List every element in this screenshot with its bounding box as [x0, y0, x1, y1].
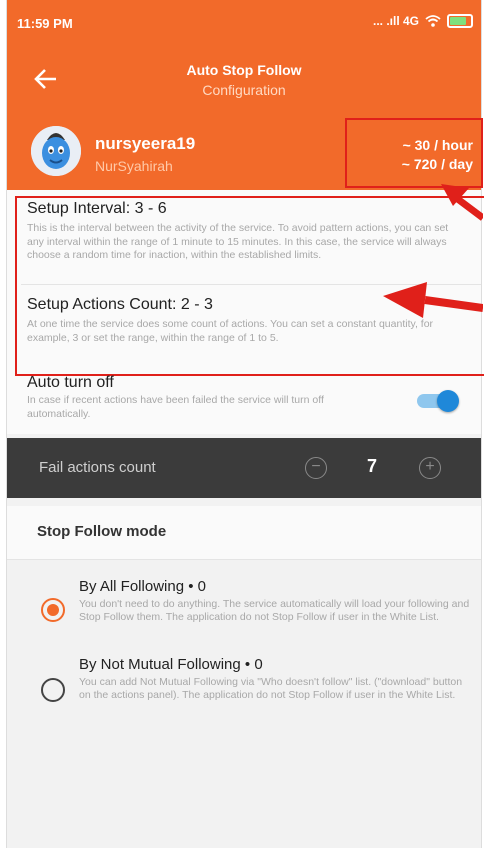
stop-follow-mode-title: Stop Follow mode: [37, 523, 167, 540]
decrement-button[interactable]: −: [305, 457, 327, 479]
fail-actions-label: Fail actions count: [39, 459, 156, 476]
toggle-knob: [437, 390, 459, 412]
fail-actions-bar: Fail actions count − 7 +: [7, 438, 481, 498]
option-desc: You don't need to do anything. The servi…: [79, 598, 470, 623]
radio-selected-icon[interactable]: [41, 598, 65, 622]
auto-turn-off-title: Auto turn off: [27, 374, 114, 391]
increment-button[interactable]: +: [419, 457, 441, 479]
empty-bottom-area: [7, 760, 481, 848]
option-by-not-mutual-following[interactable]: By Not Mutual Following • 0 You can add …: [7, 656, 481, 730]
auto-turn-off-desc: In case if recent actions have been fail…: [27, 394, 324, 420]
fail-actions-value: 7: [367, 456, 378, 476]
option-title: By All Following • 0: [79, 578, 206, 595]
app-screen: 11:59 PM ... .ıll 4G Auto Stop Follow Co…: [6, 0, 484, 848]
auto-turn-off-row: Auto turn off In case if recent actions …: [7, 374, 481, 434]
radio-unselected-icon[interactable]: [41, 678, 65, 702]
auto-turn-off-toggle[interactable]: [417, 390, 459, 412]
option-desc: You can add Not Mutual Following via "Wh…: [79, 676, 463, 701]
option-title: By Not Mutual Following • 0: [79, 656, 263, 673]
stop-follow-mode-header: Stop Follow mode: [7, 506, 481, 560]
option-by-all-following[interactable]: By All Following • 0 You don't need to d…: [7, 576, 481, 650]
